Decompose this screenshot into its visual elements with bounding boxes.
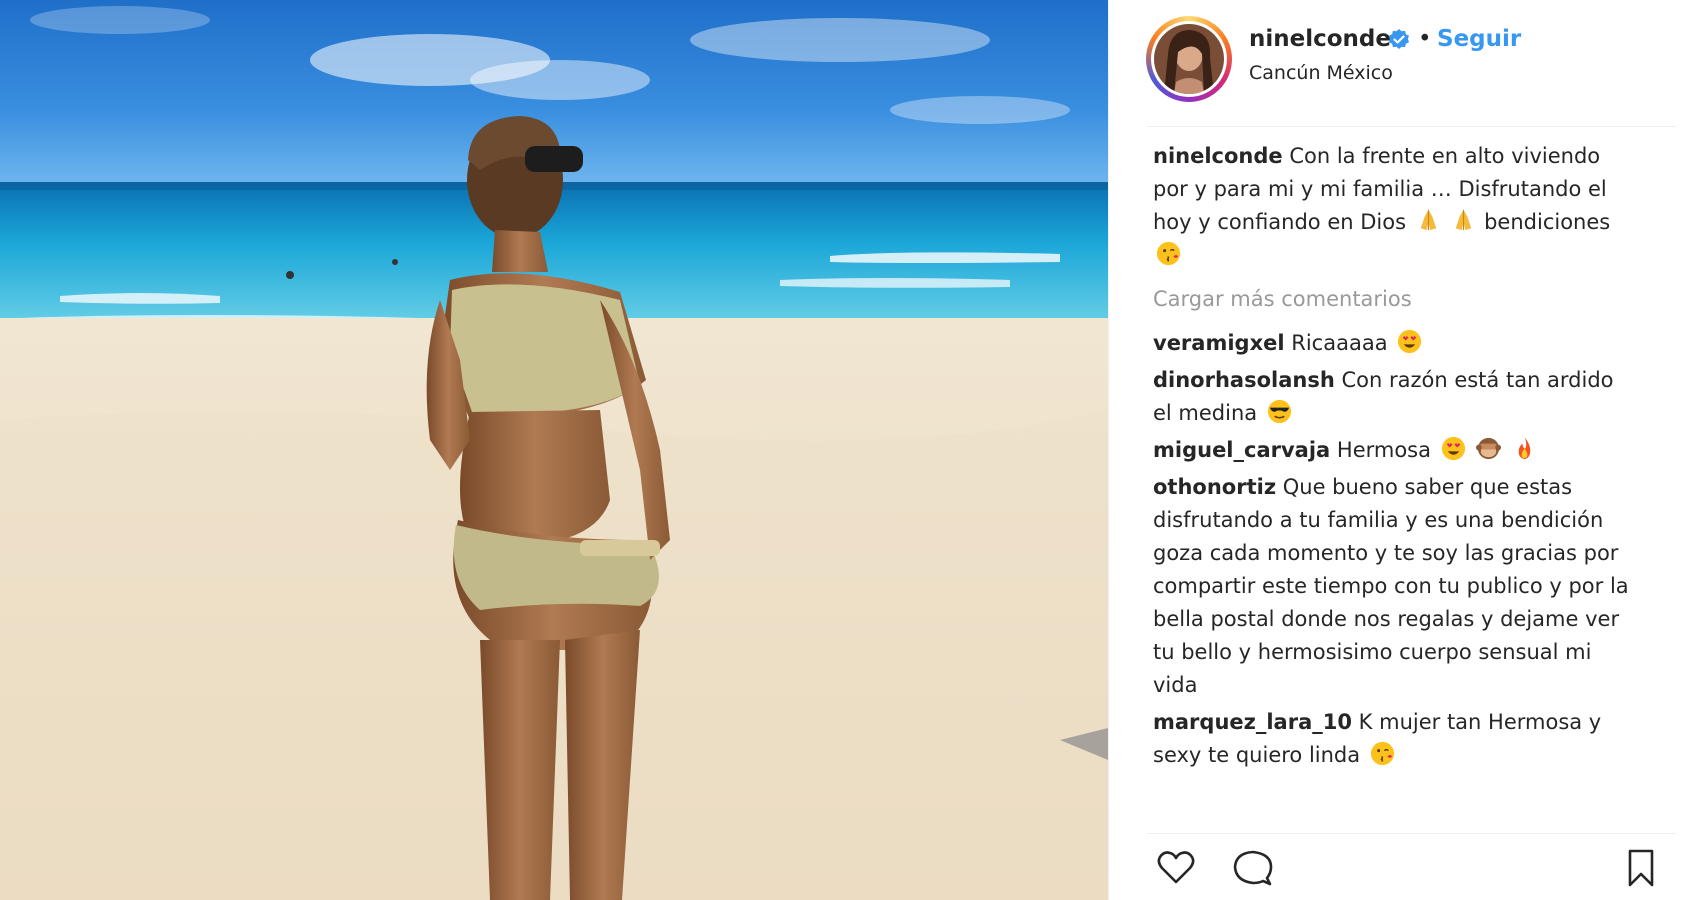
caption-text-end: bendiciones: [1484, 210, 1611, 234]
comment-username[interactable]: marquez_lara_10: [1153, 710, 1352, 734]
kissing-face-emoji-icon: [1156, 241, 1181, 266]
kissing-face-emoji-icon: [1370, 741, 1394, 766]
action-bar: [1109, 838, 1700, 900]
sunglasses-face-emoji-icon: [1267, 399, 1291, 424]
post-header: ninelconde • Seguir Cancún México: [1109, 0, 1700, 127]
post-caption: ninelconde Con la frente en alto viviend…: [1153, 140, 1633, 272]
comment-item: dinorhasolansh Con razón está tan ardido…: [1153, 364, 1633, 430]
header-divider: [1147, 126, 1676, 127]
praying-hands-emoji-icon: [1456, 209, 1472, 231]
avatar[interactable]: [1154, 24, 1224, 94]
follow-button[interactable]: Seguir: [1437, 26, 1521, 52]
comment-username[interactable]: othonortiz: [1153, 475, 1276, 499]
see-no-evil-monkey-emoji-icon: [1476, 437, 1502, 460]
fire-emoji-icon: [1518, 436, 1531, 460]
post-photo[interactable]: [0, 0, 1108, 900]
actions-divider: [1147, 833, 1676, 834]
separator-dot: •: [1418, 26, 1432, 52]
post-username[interactable]: ninelconde: [1249, 26, 1391, 52]
comment-username[interactable]: miguel_carvaja: [1153, 438, 1330, 462]
comment-item: veramigxel Ricaaaaa: [1153, 327, 1633, 360]
comment-item: miguel_carvaja Hermosa: [1153, 434, 1633, 467]
bookmark-icon[interactable]: [1619, 846, 1663, 890]
comment-text: Que bueno saber que estas disfrutando a …: [1153, 475, 1629, 697]
comment-username[interactable]: veramigxel: [1153, 331, 1285, 355]
load-more-comments-button[interactable]: Cargar más comentarios: [1153, 283, 1633, 316]
story-ring[interactable]: [1146, 16, 1232, 102]
avatar-frame: [1151, 21, 1227, 97]
post-location[interactable]: Cancún México: [1249, 62, 1393, 84]
comment-item: marquez_lara_10 K mujer tan Hermosa y se…: [1153, 706, 1633, 772]
comment-text: Ricaaaaa: [1291, 331, 1388, 355]
comment-bubble-icon[interactable]: [1231, 846, 1275, 890]
verified-badge-icon: [1389, 29, 1409, 49]
comment-username[interactable]: dinorhasolansh: [1153, 368, 1335, 392]
comment-item: othonortiz Que bueno saber que estas dis…: [1153, 471, 1633, 702]
comment-text: Hermosa: [1336, 438, 1431, 462]
post-sidebar: ninelconde • Seguir Cancún México ninelc…: [1108, 0, 1700, 900]
heart-eyes-emoji-icon: [1398, 329, 1422, 354]
praying-hands-emoji-icon: [1420, 209, 1436, 231]
heart-icon[interactable]: [1154, 846, 1198, 890]
comments-list: ninelconde Con la frente en alto viviend…: [1153, 140, 1633, 776]
caption-username[interactable]: ninelconde: [1153, 144, 1283, 168]
heart-eyes-emoji-icon: [1441, 436, 1465, 461]
